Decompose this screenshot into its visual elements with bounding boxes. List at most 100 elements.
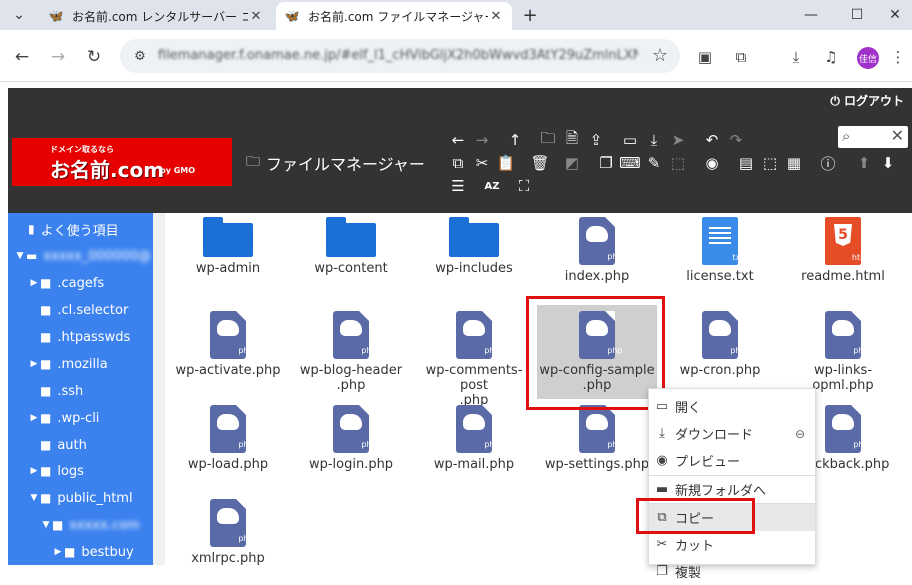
menu-item-open[interactable]: ▭ 開く xyxy=(649,393,815,420)
info-icon[interactable]: ⓘ xyxy=(818,153,838,173)
file-index-php[interactable]: php index.php xyxy=(538,217,656,284)
php-file-icon: php xyxy=(579,405,623,453)
url-text[interactable]: filemanager.f.onamae.ne.jp/#elf_l1_cHVib… xyxy=(158,48,638,63)
address-bar[interactable]: ⚙ filemanager.f.onamae.ne.jp/#elf_l1_cHV… xyxy=(120,39,680,73)
file-wp-links-opml-php[interactable]: php wp-links-opml.php xyxy=(784,311,902,393)
file-wp-includes[interactable]: wp-includes xyxy=(415,217,533,276)
paste-icon[interactable]: 📋 xyxy=(496,153,516,173)
empty-icon[interactable]: ◩ xyxy=(562,153,582,173)
menu-item-preview[interactable]: ◉ プレビュー xyxy=(649,447,815,474)
bookmark-star-icon[interactable]: ☆ xyxy=(652,45,668,66)
resize-icon[interactable]: ⬚ xyxy=(668,153,688,173)
file-wp-admin[interactable]: wp-admin xyxy=(169,217,287,276)
tab-search-chevron-icon[interactable]: ⌄ xyxy=(8,4,30,26)
sidebar-item-auth[interactable]: ■ auth xyxy=(40,435,87,455)
select-none-icon[interactable]: ⬚ xyxy=(760,153,780,173)
site-info-icon[interactable]: ⚙ xyxy=(130,46,150,66)
close-window-icon[interactable]: ✕ xyxy=(884,4,906,26)
file-license-txt[interactable]: txt license.txt xyxy=(661,217,779,284)
sidebar-item-bestbuy[interactable]: ▶ ■ bestbuy xyxy=(52,542,134,562)
copy-icon[interactable]: ⧉ xyxy=(448,153,468,173)
sidebar-item-cagefs[interactable]: ▶ ■ .cagefs xyxy=(28,273,105,293)
close-tab-icon[interactable]: ✕ xyxy=(248,9,264,24)
logout-button[interactable]: ⏻ ログアウト xyxy=(830,92,904,109)
downloads-icon[interactable]: ⤓ xyxy=(785,46,807,68)
expand-arrow-icon[interactable]: ▶ xyxy=(28,278,40,288)
extension-icon[interactable]: ▣ xyxy=(694,46,716,68)
sidebar-favorites[interactable]: ▮ よく使う項目 xyxy=(28,219,119,239)
select-all-icon[interactable]: ▤ xyxy=(736,153,756,173)
download-icon[interactable]: ⤓ xyxy=(644,130,664,150)
clear-search-icon[interactable]: ✕ xyxy=(891,126,904,145)
expand-arrow-icon[interactable]: ▶ xyxy=(28,359,40,369)
menu-dots-icon[interactable]: ⋮ xyxy=(887,46,909,68)
sidebar-item-ssh[interactable]: ■ .ssh xyxy=(40,381,83,401)
expand-arrow-icon[interactable]: ▶ xyxy=(28,413,40,423)
sidebar-item-wp-cli[interactable]: ▶ ■ .wp-cli xyxy=(28,408,100,428)
sidebar-item-domain[interactable]: ▼ ■ xxxxx.com xyxy=(40,515,140,535)
file-wp-load-php[interactable]: php wp-load.php xyxy=(169,405,287,472)
media-control-icon[interactable]: ♫ xyxy=(820,46,842,68)
expand-arrow-icon[interactable]: ▼ xyxy=(14,251,26,261)
redo-icon[interactable]: ↷ xyxy=(726,130,746,150)
sidebar-item-logs[interactable]: ▶ ■ logs xyxy=(28,461,84,481)
sidebar-item-label: xxxxx.com xyxy=(69,517,140,533)
preview-eye-icon[interactable]: ◉ xyxy=(702,153,722,173)
upload-icon[interactable]: ⇪ xyxy=(586,130,606,150)
file-wp-comments-post-php[interactable]: php wp-comments-post .php xyxy=(415,311,533,408)
maximize-icon[interactable]: ☐ xyxy=(846,4,868,26)
sidebar-root[interactable]: ▼ ▬ xxxxx_000000@ xyxy=(14,246,151,266)
expand-arrow-icon[interactable]: ▶ xyxy=(28,466,40,476)
select-invert-icon[interactable]: ▦ xyxy=(784,153,804,173)
open-folder-icon[interactable]: ▭ xyxy=(620,130,640,150)
tab-rental-server[interactable]: 🦋 お名前.com レンタルサーバー コントロ ✕ xyxy=(40,2,272,30)
file-wp-cron-php[interactable]: php wp-cron.php xyxy=(661,311,779,378)
file-wp-content[interactable]: wp-content xyxy=(292,217,410,276)
sort-az-icon[interactable]: AZ xyxy=(482,176,502,196)
new-folder-icon[interactable]: 🗀 xyxy=(538,129,558,150)
file-wp-activate-php[interactable]: php wp-activate.php xyxy=(169,311,287,378)
menu-item-duplicate[interactable]: ❐ 複製 xyxy=(649,558,815,585)
file-wp-login-php[interactable]: php wp-login.php xyxy=(292,405,410,472)
file-wp-settings-php[interactable]: php wp-settings.php xyxy=(538,405,656,472)
sidebar-item-cl-selector[interactable]: ■ .cl.selector xyxy=(40,300,128,320)
menu-item-cut[interactable]: ✂ カット xyxy=(649,531,815,558)
duplicate-icon[interactable]: ❐ xyxy=(596,153,616,173)
undo-icon[interactable]: ↶ xyxy=(702,130,722,150)
back-arrow-icon[interactable]: ← xyxy=(9,44,35,70)
list-view-icon[interactable]: ☰ xyxy=(448,176,468,196)
sidebar-item-htpasswds[interactable]: ■ .htpasswds xyxy=(40,327,130,347)
delete-icon[interactable]: 🗑 xyxy=(530,153,550,173)
sidebar-item-public-html[interactable]: ▼ ■ public_html xyxy=(28,488,133,508)
fullscreen-icon[interactable]: ⛶ xyxy=(514,176,534,196)
minimize-icon[interactable]: — xyxy=(800,4,822,26)
profile-avatar[interactable]: 佳信 xyxy=(857,47,879,69)
pointer-icon[interactable]: ➤ xyxy=(668,130,688,150)
file-wp-mail-php[interactable]: php wp-mail.php xyxy=(415,405,533,472)
rename-icon[interactable]: ⌨ xyxy=(619,153,641,173)
collapse-arrow-icon[interactable]: ▼ xyxy=(40,520,52,530)
forward-icon[interactable]: → xyxy=(472,130,492,150)
sidebar-splitter[interactable] xyxy=(153,213,165,565)
collapse-arrow-icon[interactable]: ▼ xyxy=(28,493,40,503)
new-tab-plus-icon[interactable]: + xyxy=(519,4,541,26)
puzzle-extensions-icon[interactable]: ⧉ xyxy=(730,46,752,68)
up-folder-icon[interactable]: ↑ xyxy=(505,130,525,150)
sidebar-item-mozilla[interactable]: ▶ ■ .mozilla xyxy=(28,354,108,374)
archive-icon[interactable]: ⬇ xyxy=(878,153,898,173)
close-tab-icon[interactable]: ✕ xyxy=(488,9,504,24)
file-xmlrpc-php[interactable]: php xmlrpc.php xyxy=(169,499,287,566)
new-file-icon[interactable]: 🗎 xyxy=(562,129,582,150)
back-icon[interactable]: ← xyxy=(448,130,468,150)
edit-icon[interactable]: ✎ xyxy=(644,153,664,173)
menu-item-download[interactable]: ⤓ ダウンロード ⊖ xyxy=(649,420,815,447)
extract-icon[interactable]: ⬆ xyxy=(854,153,874,173)
cut-icon[interactable]: ✂ xyxy=(472,153,492,173)
file-readme-html[interactable]: 5 html readme.html xyxy=(784,217,902,284)
forward-arrow-icon[interactable]: → xyxy=(45,44,71,70)
file-wp-blog-header-php[interactable]: php wp-blog-header .php xyxy=(292,311,410,393)
tab-file-manager[interactable]: 🦋 お名前.com ファイルマネージャー ✕ xyxy=(276,2,512,30)
expand-arrow-icon[interactable]: ▶ xyxy=(52,547,64,557)
reload-icon[interactable]: ↻ xyxy=(81,44,107,70)
search-input[interactable]: ⌕ ✕ xyxy=(838,126,908,148)
